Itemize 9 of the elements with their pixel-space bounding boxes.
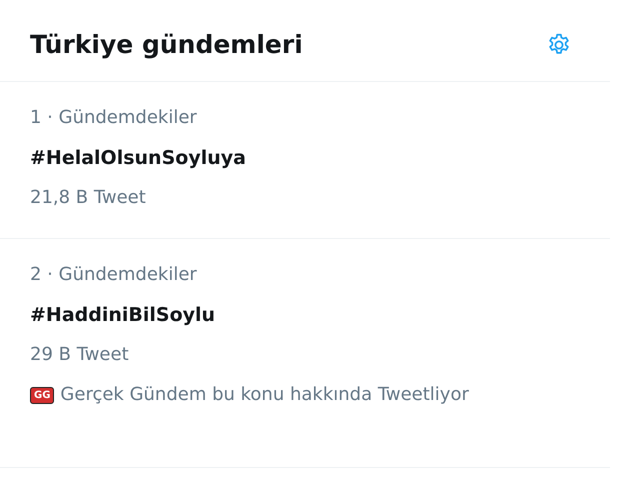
panel-title: Türkiye gündemleri [30, 30, 303, 59]
trend-rank-category: 2 · Gündemdekiler [30, 263, 198, 287]
trend-rank-category: 1 · Gündemdekiler [30, 106, 198, 130]
account-avatar: GG [30, 386, 54, 404]
trend-hashtag[interactable]: #HaddiniBilSoylu [30, 295, 580, 335]
tweet-count: 21,8 B Tweet [30, 186, 147, 210]
trend-hashtag[interactable]: #HelalOlsunSoyluya [30, 138, 580, 178]
tweet-count: 29 B Tweet [30, 343, 130, 367]
context-text: Gerçek Gündem bu konu hakkında Tweetliyor [60, 383, 469, 407]
